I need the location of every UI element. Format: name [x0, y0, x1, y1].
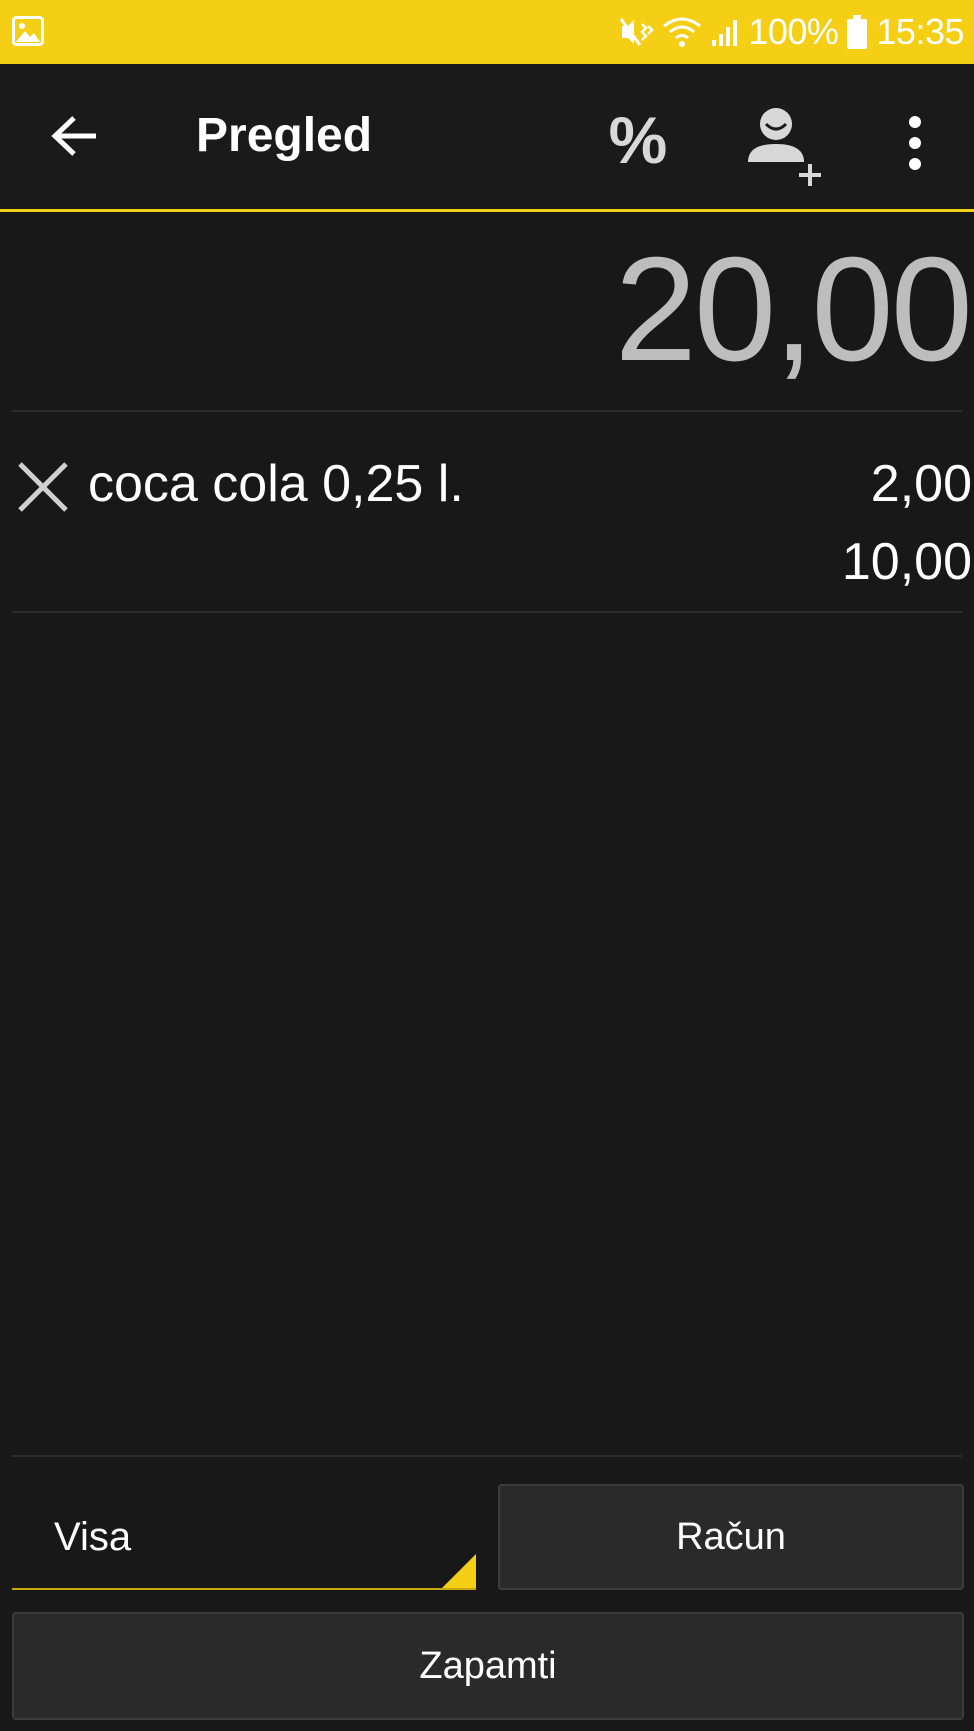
- battery-icon: [847, 15, 868, 49]
- signal-icon: [712, 20, 738, 46]
- status-indicators: 100% 15:35: [618, 0, 964, 64]
- receipt-button[interactable]: Račun: [498, 1484, 964, 1590]
- dropdown-triangle-icon: [442, 1554, 476, 1588]
- item-name[interactable]: coca cola 0,25 l.: [88, 452, 464, 516]
- wifi-icon: [663, 17, 702, 47]
- clock: 15:35: [876, 11, 964, 52]
- select-underline: [12, 1588, 476, 1590]
- more-options-button[interactable]: [890, 108, 940, 178]
- divider: [12, 1455, 962, 1457]
- close-icon: [18, 462, 68, 512]
- gallery-icon: [12, 16, 44, 46]
- page-title: Pregled: [196, 109, 373, 162]
- back-button[interactable]: [42, 108, 106, 164]
- divider: [12, 410, 962, 412]
- item-price: 2,00: [870, 455, 972, 513]
- save-button[interactable]: Zapamti: [12, 1612, 964, 1720]
- more-vert-icon: [909, 116, 921, 128]
- status-bar: 100% 15:35: [0, 0, 974, 64]
- divider: [12, 611, 962, 613]
- back-arrow-icon: [51, 116, 96, 156]
- add-customer-button[interactable]: [746, 100, 832, 186]
- payment-method-select[interactable]: Visa: [12, 1484, 476, 1590]
- payment-method-value: Visa: [54, 1515, 132, 1559]
- item-total: 10,00: [841, 533, 972, 591]
- discount-button[interactable]: %: [598, 100, 678, 180]
- order-total: 20,00: [614, 227, 973, 392]
- percent-icon: %: [608, 103, 668, 177]
- app-bar: Pregled %: [0, 64, 974, 212]
- remove-item-button[interactable]: [14, 458, 72, 516]
- add-person-icon: [748, 108, 821, 186]
- battery-percent: 100%: [748, 11, 839, 52]
- mute-vibrate-icon: [620, 18, 655, 46]
